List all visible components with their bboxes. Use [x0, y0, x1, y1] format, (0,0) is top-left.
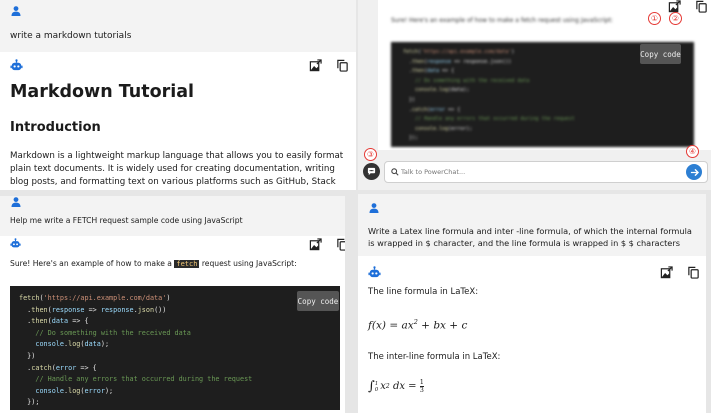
inter-line-formula-label: The inter-line formula in LaTeX:: [368, 352, 501, 362]
code-line: .catch(error => {: [19, 363, 97, 372]
bot-icon: [10, 59, 23, 72]
code-line: // Do something with the received data: [19, 328, 191, 337]
code-line: });: [19, 398, 40, 407]
fetch-chat-panel: Help me write a FETCH request sample cod…: [0, 196, 345, 413]
code-block: fetch('https://api.example.com/data') .t…: [10, 286, 340, 410]
code-line: console.log(data);: [35, 340, 110, 349]
message-actions: [309, 238, 345, 251]
code-line: console.log(error);: [415, 125, 473, 132]
input-demo-panel: Sure! Here's an example of how to make a…: [358, 0, 711, 190]
code-line: // Handle any errors that occurred durin…: [19, 375, 253, 384]
code-line: }): [19, 351, 36, 360]
user-message-row: Help me write a FETCH request sample cod…: [0, 196, 345, 236]
code-line: .then(response => response.json()): [19, 305, 167, 314]
markdown-chat-panel: write a markdown tutorials Markdown Tuto…: [0, 0, 356, 190]
user-message-row: write a markdown tutorials: [0, 0, 356, 52]
annotation-marker-4: ④: [686, 145, 699, 158]
code-line: // Handle any errors that occurred durin…: [403, 116, 575, 123]
assistant-message-area: Sure! Here's an example of how to make a…: [378, 0, 711, 150]
annotation-marker-1: ①: [648, 12, 661, 25]
copy-icon[interactable]: [695, 0, 708, 13]
chat-input[interactable]: [401, 165, 671, 179]
copy-code-button[interactable]: Copy code: [640, 44, 681, 64]
chat-toggle-button[interactable]: [363, 163, 380, 180]
message-actions: [660, 266, 700, 279]
user-message-text: write a markdown tutorials: [10, 31, 132, 41]
user-icon: [10, 5, 22, 17]
code-line: }): [403, 96, 416, 103]
code-line: console.log(error);: [35, 386, 114, 395]
copy-code-button[interactable]: Copy code: [297, 291, 339, 311]
line-formula-label: The line formula in LaTeX:: [368, 287, 479, 297]
markdown-paragraph: Markdown is a lightweight markup languag…: [10, 151, 344, 187]
code-line: console.log(data);: [415, 87, 470, 94]
code-line: .then(data => {: [19, 317, 89, 326]
latex-chat-panel: Write a Latex line formula and inter -li…: [358, 194, 706, 413]
code-line: // Do something with the received data: [403, 77, 530, 84]
user-icon: [10, 196, 22, 208]
user-message-text: Write a Latex line formula and inter -li…: [368, 226, 692, 248]
markdown-heading-1: Markdown Tutorial: [10, 82, 195, 102]
chat-bubble-icon: [367, 167, 376, 176]
assistant-intro: Sure! Here's an example of how to make a…: [391, 17, 613, 24]
message-actions: [309, 59, 349, 72]
user-message-text: Help me write a FETCH request sample cod…: [10, 216, 243, 225]
bot-icon: [10, 238, 21, 249]
chat-input-box[interactable]: [384, 161, 708, 183]
markdown-heading-2: Introduction: [10, 120, 101, 135]
inline-code: fetch: [174, 260, 200, 268]
bot-icon: [368, 266, 381, 279]
code-line: });: [403, 135, 419, 142]
export-image-icon[interactable]: [660, 266, 673, 279]
copy-icon[interactable]: [336, 59, 349, 72]
copy-icon[interactable]: [687, 266, 700, 279]
send-button[interactable]: [686, 164, 702, 180]
copy-icon[interactable]: [336, 238, 345, 251]
code-line: .then(data => {: [403, 68, 455, 75]
export-image-icon[interactable]: [309, 59, 322, 72]
assistant-intro: Sure! Here's an example of how to make a…: [10, 259, 297, 268]
user-icon: [368, 202, 380, 214]
user-message-row: Write a Latex line formula and inter -li…: [358, 194, 706, 256]
search-icon: [391, 168, 399, 176]
code-line: .catch(error => {: [403, 106, 461, 113]
intro-prefix: Sure! Here's an example of how to make a: [10, 259, 175, 268]
intro-suffix: request using JavaScript:: [199, 259, 297, 268]
annotation-marker-2: ②: [669, 12, 682, 25]
send-icon: [690, 168, 699, 176]
annotation-marker-3: ③: [364, 148, 377, 161]
inter-line-formula: ∫ 1 0 x 2 dx = 13: [368, 378, 424, 394]
line-formula: f(x) = ax2 + bx + c: [368, 318, 468, 332]
export-image-icon[interactable]: [309, 238, 322, 251]
code-line: fetch('https://api.example.com/data'): [19, 294, 171, 302]
